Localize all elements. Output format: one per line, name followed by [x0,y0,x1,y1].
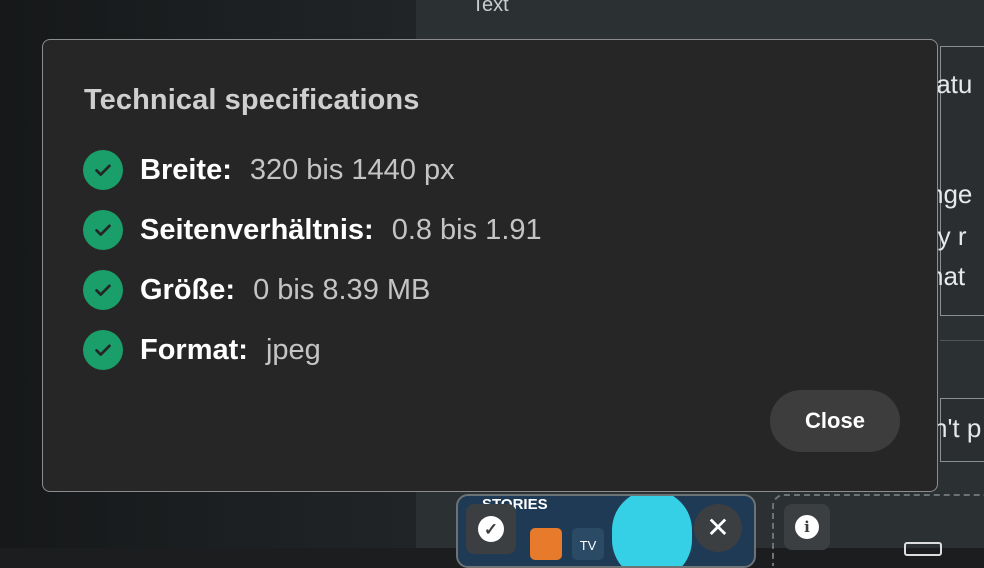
spec-label: Seitenverhältnis: [140,213,374,246]
close-button[interactable]: Close [770,390,900,452]
printer-icon [530,528,562,560]
spec-value: 0.8 bis 1.91 [391,213,542,246]
thumbnail-select-button[interactable]: ✓ [466,504,516,554]
check-circle-icon [83,270,123,310]
technical-specifications-dialog: Technical specifications Breite: 320 bis… [42,39,938,492]
background-divider [940,340,984,341]
check-icon: ✓ [478,516,504,542]
spec-value: 320 bis 1440 px [249,153,455,186]
spec-item-width: Breite: 320 bis 1440 px [83,150,542,190]
background-card2-text: n't p [933,413,982,443]
spec-value: jpeg [265,333,321,366]
mascot-image [612,496,692,566]
close-icon: ✕ [706,512,730,543]
spec-label: Breite: [140,153,232,186]
thumbnail-tv-label: TV [572,528,604,560]
check-circle-icon [83,330,123,370]
spec-label: Format: [140,333,248,366]
background-text-card: tatu nge ry r hat [929,46,984,316]
spec-label: Größe: [140,273,236,306]
background-text-card-2: n't p [933,398,984,462]
dialog-title: Technical specifications [84,84,420,116]
spec-list: Breite: 320 bis 1440 px Seitenverhältnis… [83,150,542,390]
check-circle-icon [83,150,123,190]
spec-item-aspect-ratio: Seitenverhältnis: 0.8 bis 1.91 [83,210,542,250]
spec-item-size: Größe: 0 bis 8.39 MB [83,270,542,310]
check-circle-icon [83,210,123,250]
info-button[interactable]: i [784,504,830,550]
background-small-control[interactable] [904,542,942,556]
info-icon: i [795,515,819,539]
thumbnail-remove-button[interactable]: ✕ [694,504,742,552]
spec-value: 0 bis 8.39 MB [253,273,431,306]
background-section-label: Text [472,0,509,16]
spec-item-format: Format: jpeg [83,330,542,370]
